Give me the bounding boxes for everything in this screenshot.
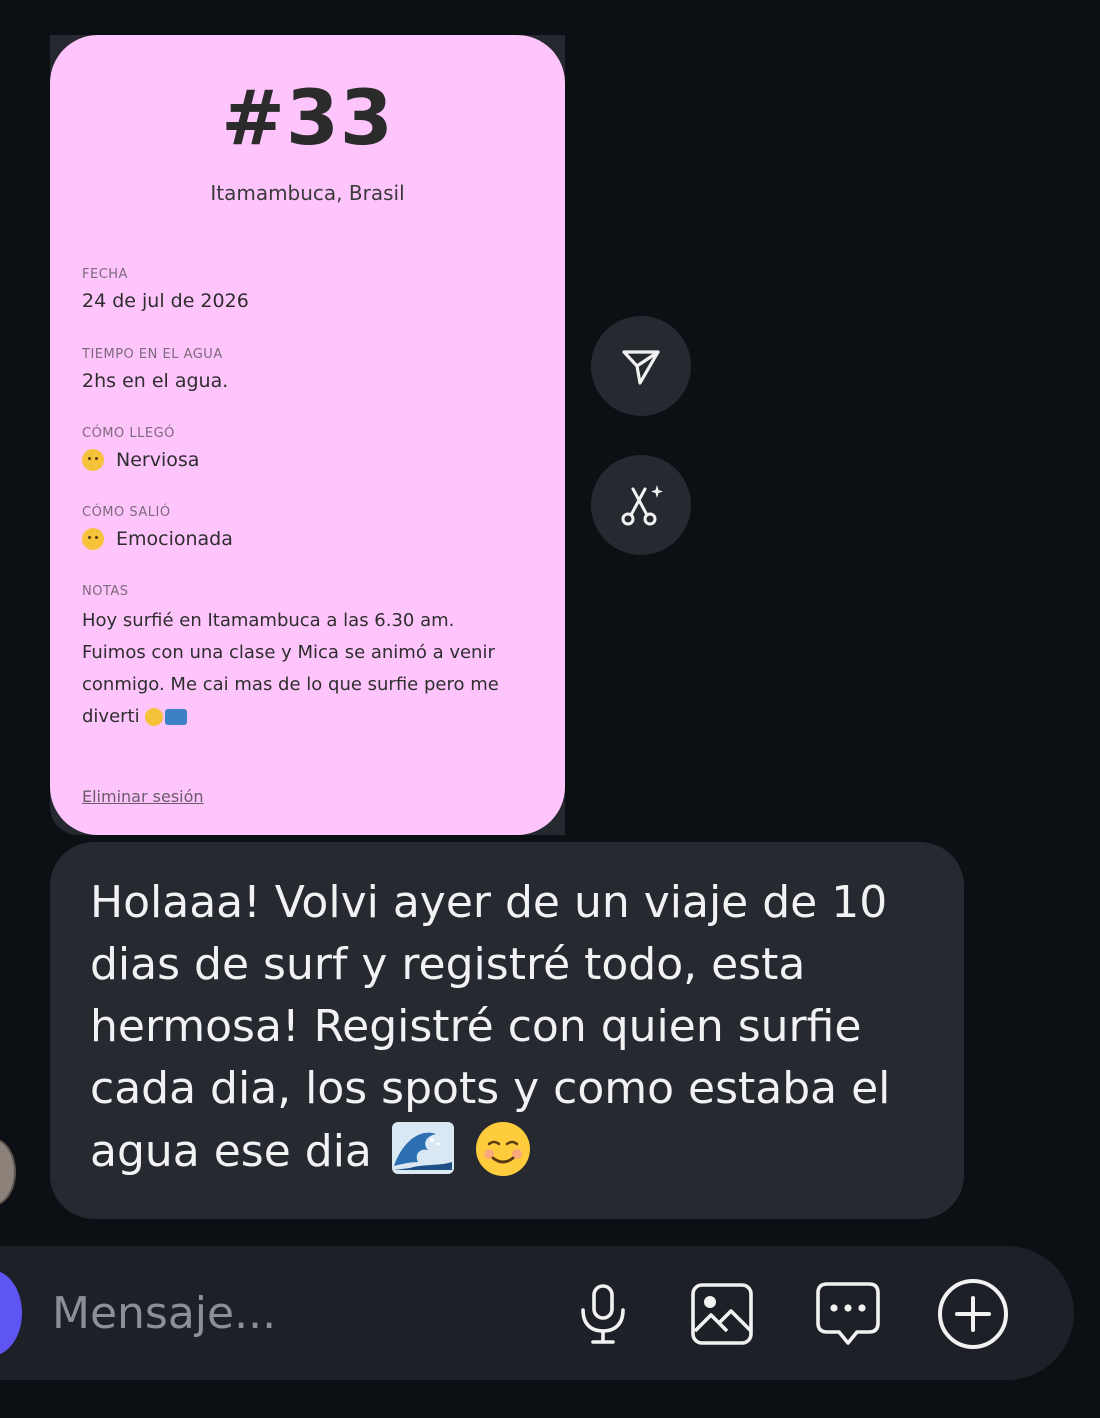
field-notes: NOTAS Hoy surfié en Itamambuca a las 6.3… [82, 584, 541, 733]
sticker-button[interactable] [810, 1276, 886, 1352]
sender-avatar[interactable] [0, 1138, 16, 1206]
microphone-icon [581, 1284, 625, 1344]
field-arrival-mood: CÓMO LLEGÓ Nerviosa [82, 426, 541, 471]
delete-session-link: Eliminar sesión [82, 787, 204, 806]
send-icon [622, 350, 660, 385]
add-button[interactable] [935, 1276, 1011, 1352]
wave-emoji-icon [391, 1122, 454, 1174]
text-message-bubble[interactable]: Holaaa! Volvi ayer de un viaje de 10 dia… [50, 842, 964, 1219]
field-label: CÓMO LLEGÓ [82, 426, 175, 441]
sticker-chat-icon [816, 1282, 880, 1345]
field-value: 24 de jul de 2026 [82, 290, 249, 312]
field-date: FECHA 24 de jul de 2026 [82, 267, 541, 312]
session-card: #33 Itamambuca, Brasil FECHA 24 de jul d… [50, 35, 565, 835]
add-circle-icon [938, 1279, 1008, 1349]
notes-text: Hoy surfié en Itamambuca a las 6.30 am. … [82, 610, 499, 727]
session-location: Itamambuca, Brasil [210, 181, 405, 205]
field-label: CÓMO SALIÓ [82, 505, 171, 520]
gallery-button[interactable] [684, 1276, 760, 1352]
surfer-emoji-icon [165, 709, 188, 725]
field-value: 2hs en el agua. [82, 370, 229, 392]
image-icon [691, 1283, 753, 1345]
share-button[interactable] [591, 316, 691, 416]
voice-message-button[interactable] [565, 1276, 641, 1352]
smiling-face-emoji-icon [475, 1122, 530, 1176]
field-exit-mood: CÓMO SALIÓ Emocionada [82, 505, 541, 550]
star-struck-emoji-icon [82, 528, 104, 550]
shared-image-message[interactable]: #33 Itamambuca, Brasil FECHA 24 de jul d… [50, 35, 565, 835]
field-label: FECHA [82, 267, 128, 282]
field-value: Emocionada [82, 528, 541, 550]
laughing-emoji-icon [145, 708, 164, 726]
session-number: #33 [221, 73, 394, 162]
message-text: Holaaa! Volvi ayer de un viaje de 10 dia… [90, 877, 891, 1177]
message-composer [0, 1246, 1074, 1380]
nervous-face-emoji-icon [82, 449, 104, 471]
remix-button[interactable] [591, 455, 691, 555]
field-value: Nerviosa [82, 449, 541, 471]
field-label: TIEMPO EN EL AGUA [82, 347, 223, 362]
field-water-time: TIEMPO EN EL AGUA 2hs en el agua. [82, 347, 541, 392]
scissors-sparkle-icon [621, 485, 663, 526]
field-label: NOTAS [82, 584, 129, 599]
message-input[interactable] [50, 1282, 514, 1344]
